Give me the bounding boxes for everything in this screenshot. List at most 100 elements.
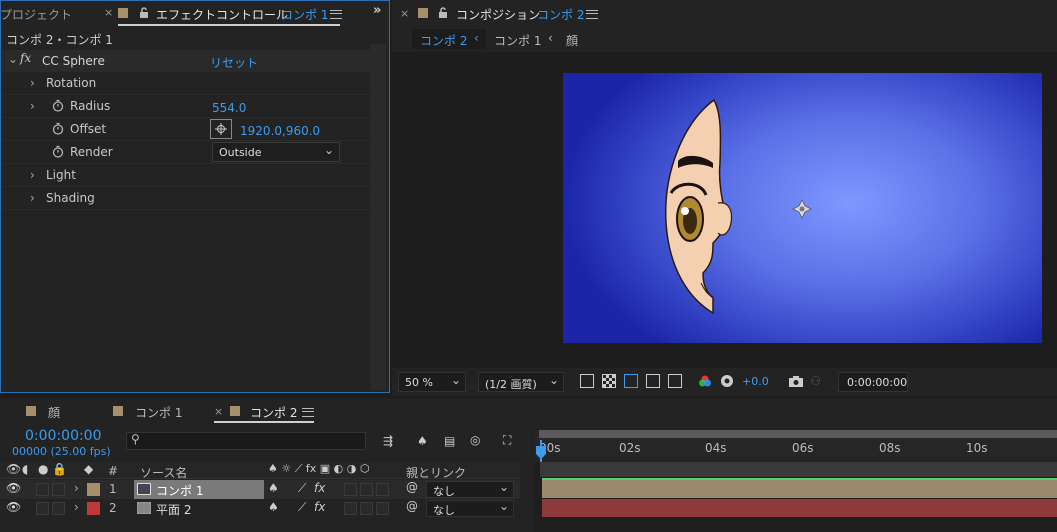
exposure-value[interactable]: +0.0 — [742, 375, 769, 388]
parent-select[interactable]: なし ⌄ — [426, 499, 514, 517]
shy-switch-icon[interactable]: ♠ — [268, 481, 279, 495]
point-target-button[interactable] — [210, 119, 232, 139]
prop-row-render[interactable]: Render Outside ⌄ — [2, 141, 370, 164]
comp-mini-flowchart-icon[interactable]: ⇶ — [383, 434, 393, 448]
prop-row-offset[interactable]: Offset 1920.0,960.0 — [2, 118, 370, 141]
time-ruler[interactable]: 00s 02s 04s 06s 08s 10s — [535, 430, 1057, 460]
radius-value[interactable]: 554.0 — [212, 101, 246, 115]
eye-icon[interactable]: 👁 — [6, 481, 21, 495]
audio-switch[interactable] — [36, 483, 49, 496]
offset-value[interactable]: 1920.0,960.0 — [240, 124, 320, 138]
prop-row-radius[interactable]: › Radius 554.0 — [2, 95, 370, 118]
lock-switch[interactable] — [52, 502, 65, 515]
camera-snapshot-icon[interactable] — [788, 375, 804, 388]
expand-chevron-icon[interactable]: › — [30, 76, 35, 90]
panel-menu-icon[interactable] — [586, 10, 598, 19]
comp-crumb[interactable]: 顔 — [566, 32, 578, 49]
prop-row-light[interactable]: › Light — [2, 164, 370, 187]
close-icon[interactable]: × — [400, 7, 409, 20]
layer-bar[interactable] — [542, 499, 1057, 517]
work-area-bar[interactable] — [539, 430, 1057, 438]
expand-chevron-icon[interactable]: › — [30, 191, 35, 205]
layer-row[interactable]: 👁 › 1 コンポ 1 ♠ ⟋ fx @ なし ⌄ — [0, 480, 520, 499]
layer-name-cell[interactable]: コンポ 1 — [134, 480, 264, 499]
reset-exposure-icon[interactable] — [720, 374, 734, 388]
expand-chevron-icon[interactable]: › — [74, 481, 79, 495]
pick-whip-icon[interactable]: @ — [406, 480, 418, 494]
lock-icon[interactable]: 🔒 — [52, 462, 67, 476]
expand-chevron-icon[interactable]: › — [30, 99, 35, 113]
tab-project[interactable]: プロジェクト — [0, 6, 72, 23]
stopwatch-icon[interactable] — [52, 145, 64, 158]
expand-chevron-icon[interactable]: › — [74, 500, 79, 514]
solo-icon[interactable]: ● — [38, 462, 48, 476]
zoom-select[interactable]: 50 % ⌄ — [398, 372, 466, 392]
resolution-select[interactable]: (1/2 画質) ⌄ — [478, 372, 564, 392]
label-tag-icon[interactable]: ◆ — [84, 462, 93, 476]
stopwatch-icon[interactable] — [52, 122, 64, 135]
audio-switch[interactable] — [36, 502, 49, 515]
prop-row-rotation[interactable]: › Rotation — [2, 72, 370, 95]
layer-name-cell[interactable]: 平面 2 — [134, 499, 264, 518]
shy-layers-icon[interactable]: ♠ — [417, 434, 428, 448]
viewer-timecode[interactable]: 0:00:00:00 — [838, 372, 908, 392]
adjustment-switch[interactable] — [344, 502, 357, 515]
lock-icon[interactable] — [139, 7, 149, 19]
frame-blending-icon[interactable]: ▤ — [444, 434, 455, 448]
shy-switch-icon[interactable]: ♠ — [268, 500, 279, 514]
panel-scrollbar[interactable] — [370, 44, 386, 390]
layer-row[interactable]: 👁 › 2 平面 2 ♠ ⟋ fx @ なし ⌄ — [0, 499, 520, 518]
3d-switch[interactable] — [360, 502, 373, 515]
quality-switch-icon[interactable]: ⟋ — [298, 481, 306, 496]
fx-icon[interactable]: fx — [20, 51, 31, 65]
stopwatch-icon[interactable] — [52, 99, 64, 112]
misc-switch[interactable] — [376, 502, 389, 515]
lock-switch[interactable] — [52, 483, 65, 496]
current-time[interactable]: 0:00:00:00 — [25, 428, 102, 444]
collapse-chevron-icon[interactable]: ⌄ — [8, 52, 18, 66]
col-source-name[interactable]: ソース名 — [140, 464, 187, 481]
fast-previews-icon[interactable] — [580, 374, 594, 388]
motion-blur-icon[interactable]: ◎ — [470, 433, 480, 447]
grid-guides-icon[interactable] — [668, 374, 682, 388]
playhead-handle-icon[interactable] — [535, 446, 547, 460]
close-icon[interactable]: × — [104, 6, 113, 19]
lock-icon[interactable] — [438, 7, 448, 19]
label-color-swatch[interactable] — [87, 483, 100, 496]
mask-visibility-icon[interactable] — [624, 374, 638, 388]
fx-switch-icon[interactable]: fx — [314, 481, 325, 495]
eye-icon[interactable]: 👁 — [6, 500, 21, 514]
label-color-swatch[interactable] — [87, 502, 100, 515]
comp-crumb-active[interactable]: コンポ 2 ‹ — [412, 29, 486, 49]
comp-crumb[interactable]: コンポ 1 — [494, 32, 541, 49]
effect-header-row[interactable]: ⌄ fx CC Sphere リセット — [2, 50, 370, 72]
parent-select[interactable]: なし ⌄ — [426, 480, 514, 498]
render-select[interactable]: Outside ⌄ — [212, 142, 340, 162]
prop-row-shading[interactable]: › Shading — [2, 187, 370, 210]
eye-icon[interactable]: 👁 — [6, 462, 21, 476]
graph-editor-icon[interactable]: ⛶ — [503, 433, 511, 448]
safe-margins-icon[interactable] — [646, 374, 660, 388]
panel-menu-icon[interactable] — [330, 10, 342, 19]
anchor-point-icon[interactable] — [792, 199, 812, 219]
tab-composition[interactable]: × コンポジション コンポ 2 — [400, 4, 600, 26]
timeline-tab[interactable]: コンポ 1 — [113, 402, 203, 422]
timeline-tab-active[interactable]: × コンポ 2 — [214, 402, 314, 423]
3d-switch[interactable] — [360, 483, 373, 496]
audio-icon[interactable]: ◖ — [22, 462, 28, 476]
panel-menu-icon[interactable] — [302, 408, 314, 417]
layer-bar[interactable] — [542, 478, 1057, 498]
tab-effect-controls[interactable]: エフェクトコントロール コンポ 1 — [118, 4, 342, 26]
misc-switch[interactable] — [376, 483, 389, 496]
expand-chevron-icon[interactable]: › — [30, 168, 35, 182]
close-icon[interactable]: × — [214, 405, 223, 418]
quality-switch-icon[interactable]: ⟋ — [298, 500, 306, 515]
show-snapshot-icon[interactable]: ⚇ — [810, 374, 821, 388]
channel-rgb-icon[interactable] — [698, 374, 712, 388]
fx-switch-icon[interactable]: fx — [314, 500, 325, 514]
timeline-tab[interactable]: 顔 — [26, 402, 106, 422]
expand-panels-icon[interactable]: » — [373, 3, 381, 18]
adjustment-switch[interactable] — [344, 483, 357, 496]
pick-whip-icon[interactable]: @ — [406, 499, 418, 513]
transparency-grid-icon[interactable] — [602, 374, 616, 388]
